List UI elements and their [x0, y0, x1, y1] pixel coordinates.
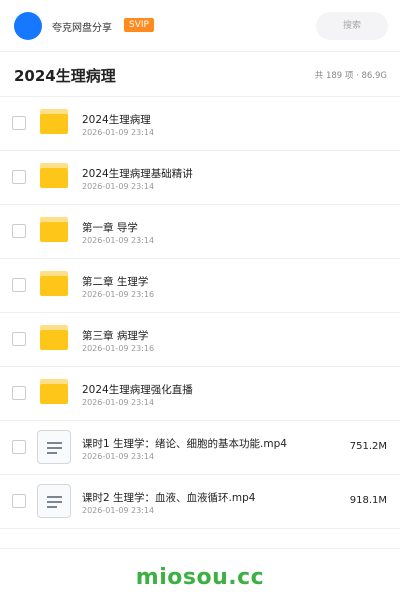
item-name: 课时2 生理学：血液、血液循环.mp4 [82, 492, 256, 504]
item-name: 第二章 生理学 [82, 276, 149, 288]
list-item[interactable]: 第一章 导学 2026-01-09 23:14 [0, 205, 400, 259]
document-icon [37, 430, 71, 464]
item-date: 2026-01-09 23:16 [82, 290, 155, 299]
list-item[interactable]: 课时2 生理学：血液、血液循环.mp4 2026-01-09 23:14 918… [0, 475, 400, 529]
item-date: 2026-01-09 23:14 [82, 236, 155, 245]
select-checkbox[interactable] [12, 224, 26, 238]
select-checkbox[interactable] [12, 116, 26, 130]
item-name: 第三章 病理学 [82, 330, 149, 342]
folder-icon [40, 379, 68, 404]
brand-name: 夸克网盘分享 [52, 23, 112, 34]
list-item[interactable]: 2024生理病理强化直播 2026-01-09 23:14 [0, 367, 400, 421]
item-name: 第一章 导学 [82, 222, 138, 234]
item-date: 2026-01-09 23:14 [82, 182, 155, 191]
folder-icon [40, 109, 68, 134]
list-item[interactable]: 第二章 生理学 2026-01-09 23:16 [0, 259, 400, 313]
select-checkbox[interactable] [12, 386, 26, 400]
search-input[interactable] [316, 12, 388, 40]
top-bar: 夸克网盘分享 SVIP [0, 0, 400, 52]
folder-icon [40, 217, 68, 242]
avatar[interactable] [14, 12, 42, 40]
item-name: 课时1 生理学：绪论、细胞的基本功能.mp4 [82, 438, 287, 450]
svip-badge: SVIP [124, 18, 154, 32]
list-item[interactable]: 课时1 生理学：绪论、细胞的基本功能.mp4 2026-01-09 23:14 … [0, 421, 400, 475]
item-date: 2026-01-09 23:14 [82, 506, 155, 515]
folder-icon [40, 163, 68, 188]
watermark: miosou.cc [135, 565, 265, 590]
item-size: 918.1M [349, 495, 387, 506]
item-date: 2026-01-09 23:14 [82, 452, 155, 461]
file-list: 2024生理病理 2026-01-09 23:14 2024生理病理基础精讲 2… [0, 97, 400, 529]
item-name: 2024生理病理 [82, 114, 151, 126]
select-checkbox[interactable] [12, 332, 26, 346]
list-item[interactable]: 2024生理病理基础精讲 2026-01-09 23:14 [0, 151, 400, 205]
item-date: 2026-01-09 23:16 [82, 344, 155, 353]
folder-icon [40, 271, 68, 296]
item-name: 2024生理病理强化直播 [82, 384, 193, 396]
page-title: 2024生理病理 [14, 67, 116, 85]
select-checkbox[interactable] [12, 440, 26, 454]
item-size: 751.2M [349, 441, 387, 452]
document-icon [37, 484, 71, 518]
footer: miosou.cc [0, 548, 400, 600]
folder-icon [40, 325, 68, 350]
list-item[interactable]: 第三章 病理学 2026-01-09 23:16 [0, 313, 400, 367]
item-date: 2026-01-09 23:14 [82, 128, 155, 137]
select-checkbox[interactable] [12, 494, 26, 508]
select-checkbox[interactable] [12, 278, 26, 292]
select-checkbox[interactable] [12, 170, 26, 184]
folder-header: 2024生理病理 共 189 项 · 86.9G [0, 52, 400, 97]
item-count: 共 189 项 · 86.9G [314, 71, 387, 81]
item-date: 2026-01-09 23:14 [82, 398, 155, 407]
item-name: 2024生理病理基础精讲 [82, 168, 193, 180]
list-item[interactable]: 2024生理病理 2026-01-09 23:14 [0, 97, 400, 151]
